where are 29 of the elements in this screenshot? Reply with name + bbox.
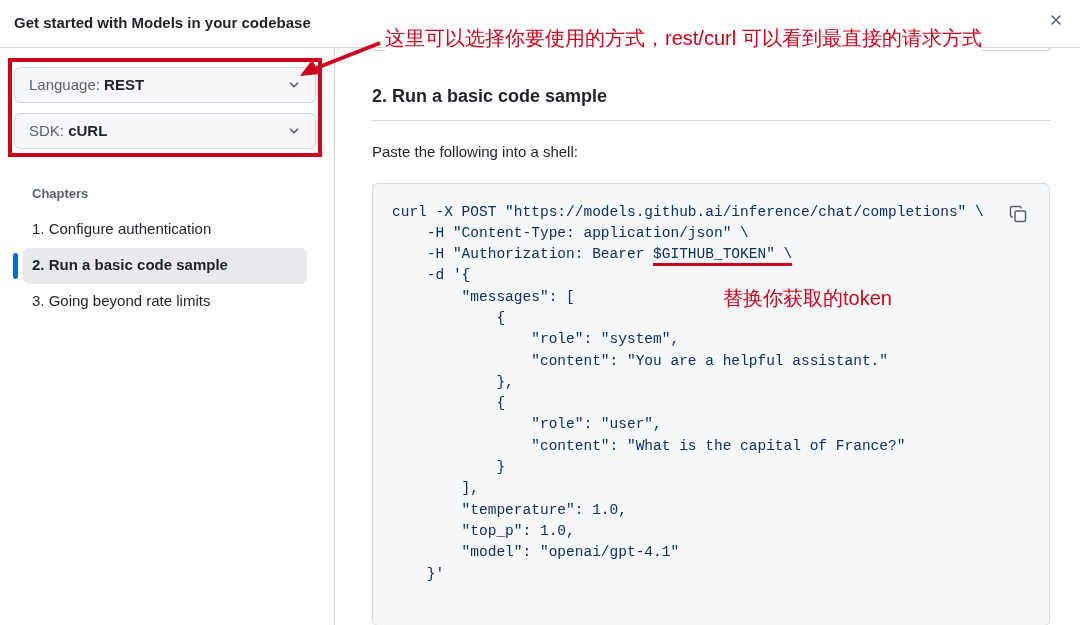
section-heading: 2. Run a basic code sample — [372, 83, 1050, 121]
annotation-text: 替换你获取的token — [723, 285, 892, 311]
code-line: "model": "openai/gpt-4.1" — [460, 544, 680, 561]
chapter-link[interactable]: 3. Going beyond rate limits — [23, 283, 307, 320]
code-line: }, — [495, 373, 514, 390]
dropdown-select[interactable]: SDK: cURL — [14, 113, 316, 149]
code-line: } — [495, 459, 506, 476]
intro-text: Paste the following into a shell: — [372, 142, 579, 162]
chapters-heading: Chapters — [32, 185, 90, 203]
code-line: "top_p": 1.0, — [460, 522, 575, 539]
dropdown-select[interactable]: Language: REST — [14, 67, 316, 103]
code-line: -H "Authorization: Bearer $GITHUB_TOKEN" \ — [425, 246, 793, 263]
code-line: { — [495, 395, 506, 412]
code-line: "content": "What is the capital of France?" — [530, 437, 906, 454]
chapter-link[interactable]: 1. Configure authentication — [23, 211, 307, 248]
code-line: { — [495, 310, 506, 326]
code-line: -H "Content-Type: application/json" \ — [425, 224, 749, 241]
code-line: -d '{ — [425, 267, 471, 284]
dialog-title: Get started with Models in your codebase — [14, 13, 311, 34]
code-line: "messages": [ — [460, 288, 575, 305]
code-line: "content": "You are a helpful assistant." — [530, 352, 888, 369]
code-line: ], — [460, 480, 479, 497]
arrow-icon — [298, 40, 382, 78]
chapter-link[interactable]: 2. Run a basic code sample — [23, 247, 307, 284]
code-line: "role": "system", — [530, 331, 680, 348]
code-line: curl -X POST "https://models.github.ai/inference/chat/completions" \ — [392, 203, 984, 220]
code-line: }' — [425, 565, 445, 582]
code-line: "temperature": 1.0, — [460, 501, 627, 518]
code-line: "role": "user", — [530, 416, 662, 433]
